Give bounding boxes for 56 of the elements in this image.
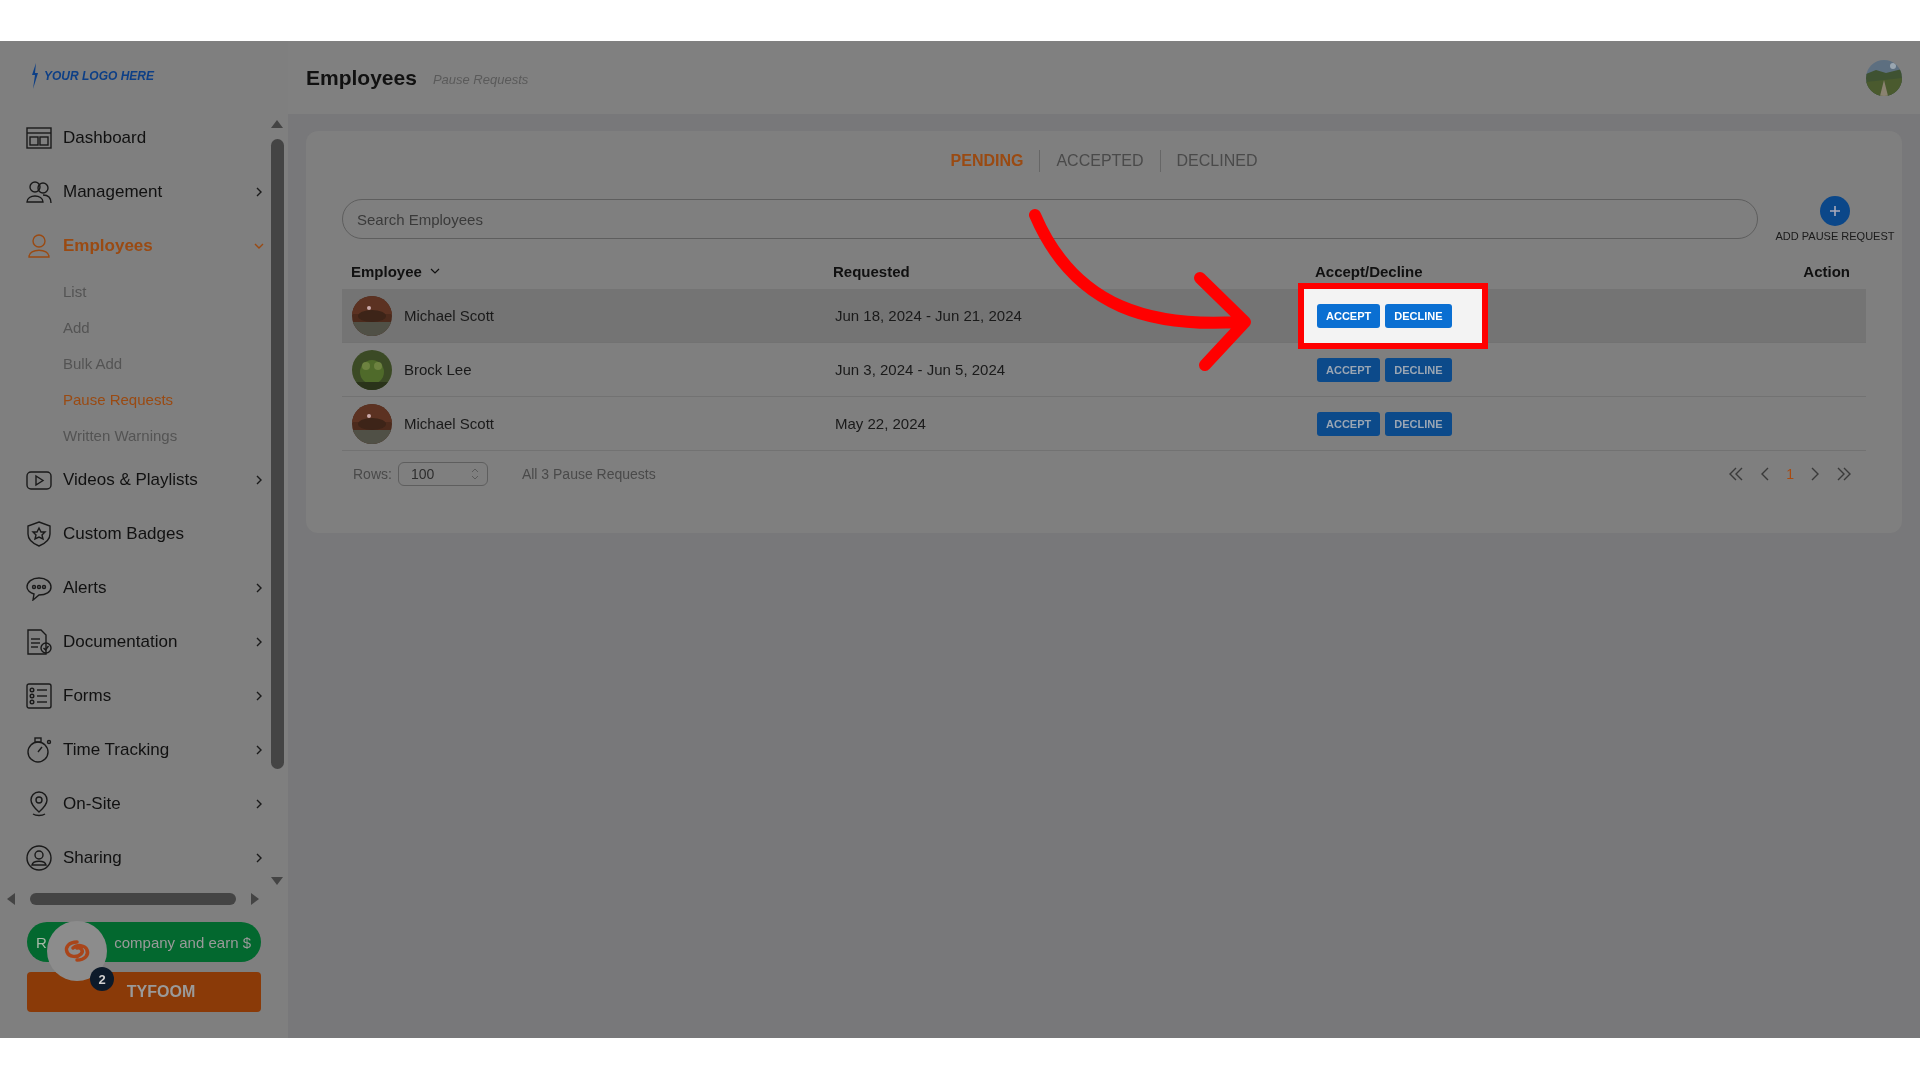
page-title: Employees — [306, 65, 417, 90]
table-cell-text: May 22, 2024 — [834, 415, 926, 432]
menu-icon — [26, 179, 52, 205]
spinner-icon — [470, 468, 479, 480]
scroll-left-icon[interactable] — [6, 892, 16, 906]
scroll-up-icon[interactable] — [270, 119, 284, 129]
table-cell-text: Jun 3, 2024 - Jun 5, 2024 — [834, 361, 1006, 378]
decline-button[interactable]: DECLINE — [1385, 303, 1452, 328]
menu-icon — [26, 125, 52, 151]
rows-select[interactable]: 100 — [397, 462, 488, 486]
add-label: ADD PAUSE REQUEST — [1775, 230, 1895, 242]
accept-button[interactable]: ACCEPT — [1317, 411, 1381, 436]
column-header: Accept/Decline — [1314, 262, 1424, 280]
previous-page-icon[interactable] — [1760, 467, 1771, 481]
column-header: Requested — [832, 262, 911, 280]
table-row[interactable]: Brock Lee Jun 3, 2024 - Jun 5, 2024 ACCEPT DECLINE — [342, 343, 1866, 397]
next-page-icon[interactable] — [1810, 467, 1820, 481]
sidebar-item[interactable]: Videos & Playlists — [0, 453, 270, 507]
sidebar-item[interactable]: Documentation — [0, 615, 270, 669]
sidebar-item[interactable]: Alerts — [0, 561, 270, 615]
plus-icon — [1829, 205, 1841, 217]
column-header[interactable]: Employee — [342, 262, 824, 280]
first-page-icon[interactable] — [1728, 467, 1745, 481]
add-button[interactable] — [1820, 196, 1850, 226]
employee-name: Michael Scott — [404, 307, 495, 324]
sort-icon[interactable] — [429, 268, 440, 274]
menu-icon — [26, 737, 52, 763]
menu-icon — [26, 233, 52, 259]
menu-icon — [26, 683, 52, 709]
sidebar-item[interactable]: Time Tracking — [0, 723, 270, 777]
sidebar-item[interactable]: Forms — [0, 669, 270, 723]
table-row[interactable]: Michael Scott May 22, 2024 ACCEPT DECLINE — [342, 397, 1866, 451]
logo-icon — [30, 63, 40, 89]
sidebar-item[interactable]: Custom Badges — [0, 507, 270, 561]
column-header: Action — [1802, 262, 1851, 280]
sidebar-item[interactable]: Dashboard — [0, 111, 270, 165]
employee-name: Brock Lee — [404, 361, 472, 378]
decline-button[interactable]: DECLINE — [1385, 357, 1452, 382]
menu-icon — [26, 629, 52, 655]
sidebar-item[interactable]: Management — [0, 165, 270, 219]
menu-icon — [26, 575, 52, 601]
accept-button[interactable]: ACCEPT — [1317, 357, 1381, 382]
swirl-icon — [63, 939, 91, 963]
scroll-down-icon[interactable] — [270, 876, 284, 886]
employee-name: Michael Scott — [404, 415, 495, 432]
sidebar-item[interactable]: Sharing — [0, 831, 270, 885]
menu-icon — [26, 521, 52, 547]
sidebar-item[interactable]: On-Site — [0, 777, 270, 831]
menu-icon — [26, 845, 52, 871]
last-page-icon[interactable] — [1836, 467, 1852, 481]
logo-text: YOUR LOGO HERE — [44, 69, 154, 83]
decline-button[interactable]: DECLINE — [1385, 411, 1452, 436]
scroll-right-icon[interactable] — [250, 892, 260, 906]
table-cell-text: Jun 18, 2024 - Jun 21, 2024 — [834, 307, 1022, 324]
accept-button[interactable]: ACCEPT — [1317, 303, 1381, 328]
search-field[interactable]: Search Employees — [342, 199, 1758, 239]
